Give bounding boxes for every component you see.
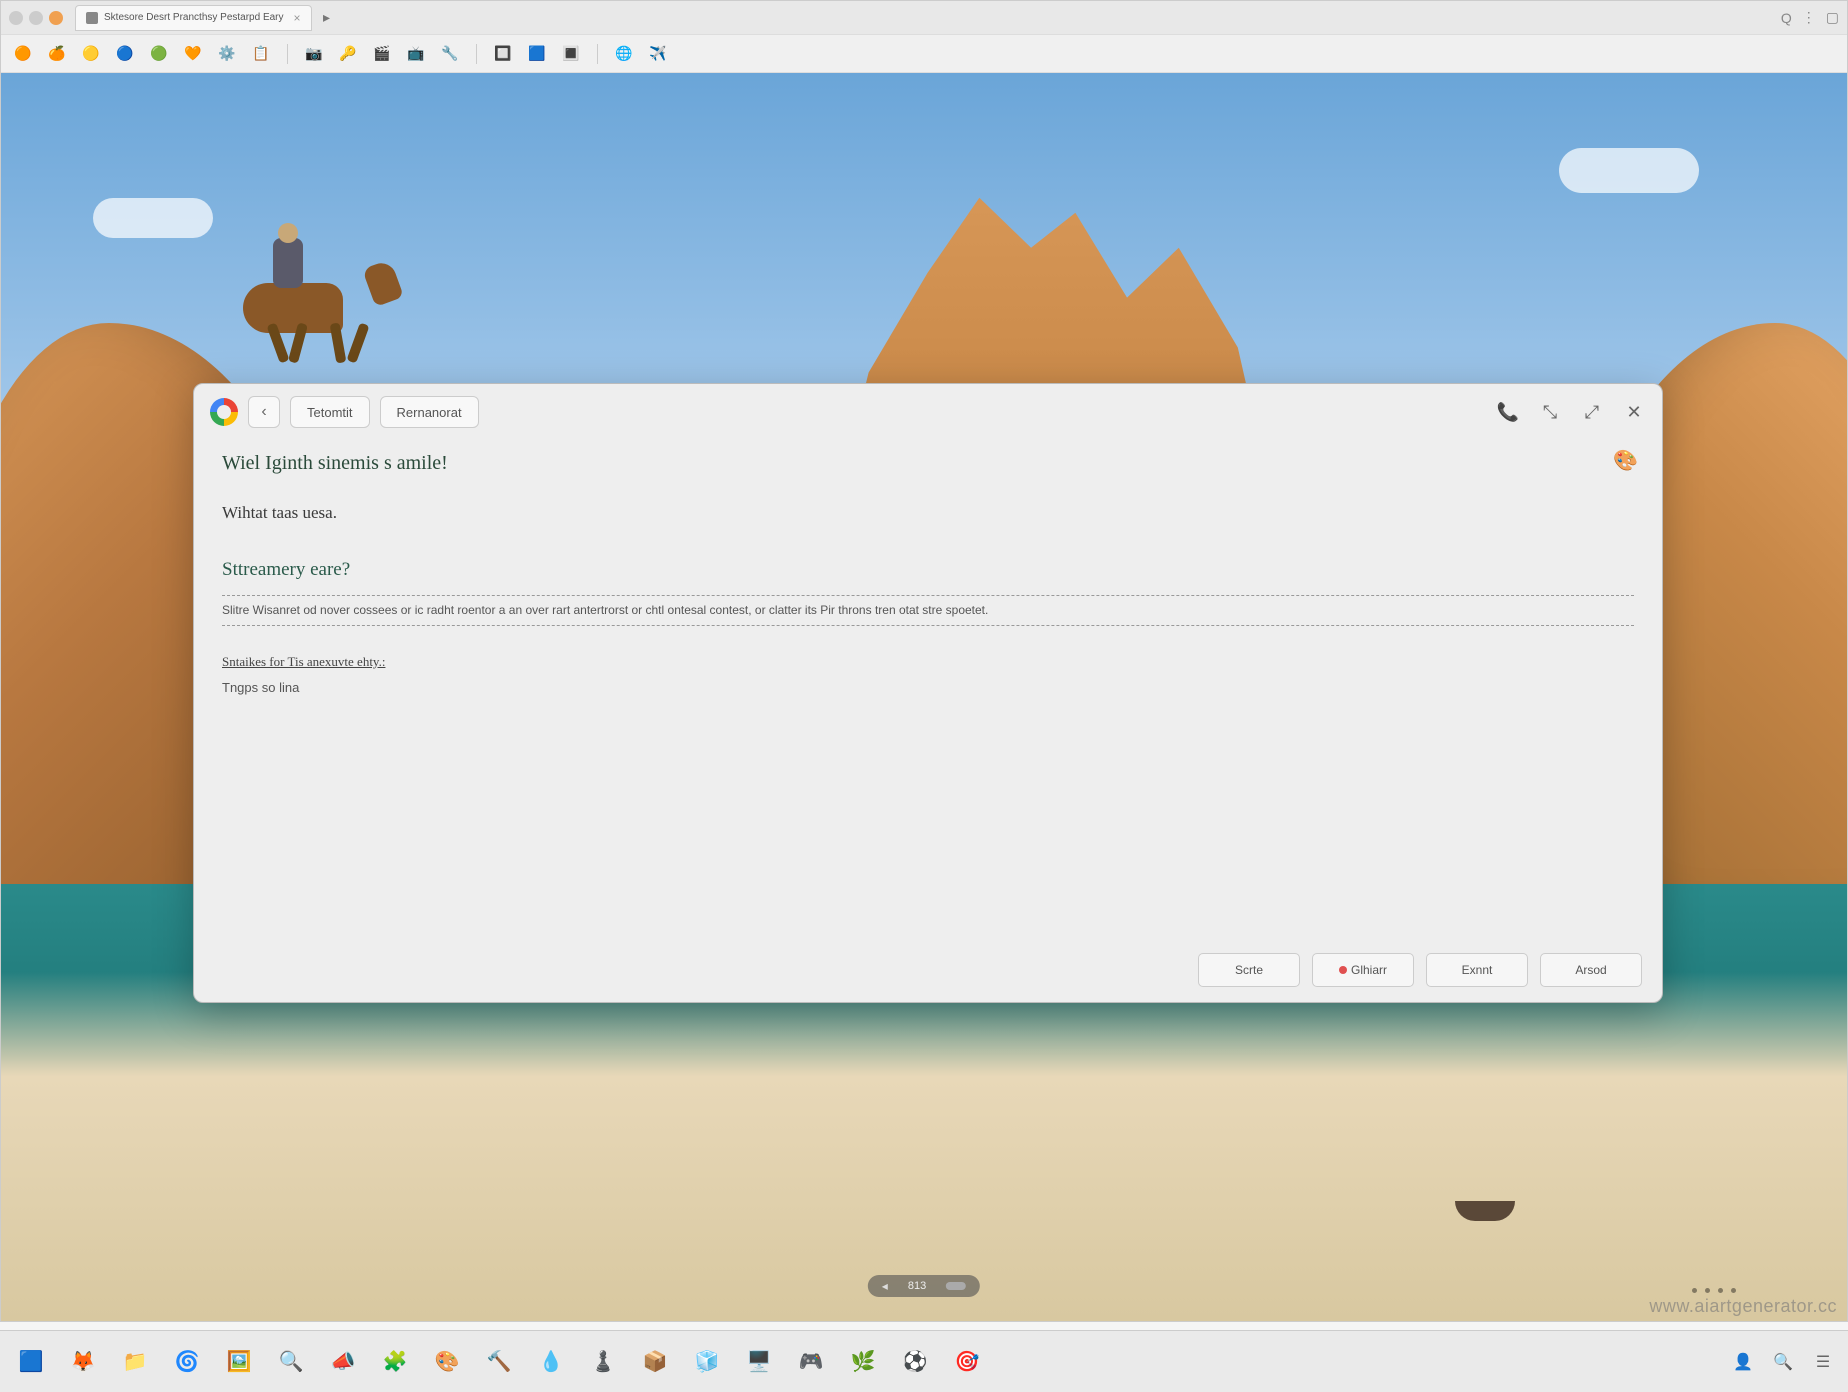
taskbar-app-icon[interactable]: 🌿: [844, 1343, 882, 1381]
bookmark-icon[interactable]: 🧡: [181, 42, 205, 66]
bookmark-icon[interactable]: 🌐: [612, 42, 636, 66]
browser-tab[interactable]: Sktesore Desrt Prancthsy Pestarpd Eary ×: [75, 5, 312, 31]
control-dot-icon[interactable]: [49, 11, 63, 25]
page-dot-icon[interactable]: [1718, 1288, 1723, 1293]
favicon-icon: [86, 12, 98, 24]
back-button[interactable]: ‹: [248, 396, 280, 428]
taskbar-app-icon[interactable]: 📁: [116, 1343, 154, 1381]
browser-window: Sktesore Desrt Prancthsy Pestarpd Eary ×…: [0, 0, 1848, 1322]
taskbar-app-icon[interactable]: 🖥️: [740, 1343, 778, 1381]
dialog-text-line: Tngps so lina: [222, 680, 1634, 695]
page-dot-icon[interactable]: [1731, 1288, 1736, 1293]
dialog-button-4[interactable]: Arsod: [1540, 953, 1642, 987]
browser-tab-strip: Sktesore Desrt Prancthsy Pestarpd Eary ×…: [1, 1, 1847, 35]
bookmark-icon[interactable]: 🟠: [11, 42, 35, 66]
pager-prev-icon[interactable]: ◂: [882, 1279, 888, 1293]
close-icon[interactable]: ✕: [1622, 400, 1646, 424]
page-dot-icon[interactable]: [1705, 1288, 1710, 1293]
tray-user-icon[interactable]: 👤: [1730, 1349, 1756, 1375]
dialog-tab[interactable]: Tetomtit: [290, 396, 370, 428]
dialog-button-3[interactable]: Exnnt: [1426, 953, 1528, 987]
taskbar-app-icon[interactable]: 📦: [636, 1343, 674, 1381]
window-controls: [9, 11, 63, 25]
page-dots: [1692, 1288, 1736, 1293]
desktop-pager[interactable]: ◂ 813: [868, 1275, 980, 1297]
taskbar-app-icon[interactable]: 🖼️: [220, 1343, 258, 1381]
bookmark-icon[interactable]: 🟦: [525, 42, 549, 66]
taskbar-app-icon[interactable]: 🎮: [792, 1343, 830, 1381]
menu-icon[interactable]: ⋮: [1802, 9, 1816, 26]
taskbar-app-icon[interactable]: 🦊: [64, 1343, 102, 1381]
button-label: Glhiarr: [1351, 963, 1387, 977]
taskbar-app-icon[interactable]: 🧊: [688, 1343, 726, 1381]
bookmark-icon[interactable]: 📷: [302, 42, 326, 66]
system-tray: 👤 🔍 ☰: [1730, 1349, 1836, 1375]
tray-menu-icon[interactable]: ☰: [1810, 1349, 1836, 1375]
taskbar-app-icon[interactable]: 🎯: [948, 1343, 986, 1381]
bookmark-icon[interactable]: 🟡: [79, 42, 103, 66]
bookmark-icon[interactable]: ⚙️: [215, 42, 239, 66]
taskbar-app-icon[interactable]: 📣: [324, 1343, 362, 1381]
tab-title: Sktesore Desrt Prancthsy Pestarpd Eary: [104, 12, 284, 23]
page-dot-icon[interactable]: [1692, 1288, 1697, 1293]
taskbar-app-icon[interactable]: ♟️: [584, 1343, 622, 1381]
bookmark-icon[interactable]: 📋: [249, 42, 273, 66]
dialog-section-heading: Sttreamery eare?: [222, 559, 1634, 581]
bookmarks-bar: 🟠 🍊 🟡 🔵 🟢 🧡 ⚙️ 📋 📷 🔑 🎬 📺 🔧 🔲 🟦 🔳 🌐 ✈️: [1, 35, 1847, 73]
taskbar-app-icon[interactable]: 🎨: [428, 1343, 466, 1381]
dialog-tab[interactable]: Rernanorat: [380, 396, 479, 428]
bookmark-icon[interactable]: 🔲: [491, 42, 515, 66]
separator: [597, 44, 598, 64]
control-dot-icon[interactable]: [29, 11, 43, 25]
dialog-header-actions: 📞 ⤡ ⤢ ✕: [1496, 400, 1646, 424]
collapse-icon[interactable]: ⤡: [1538, 400, 1562, 424]
taskbar-app-icon[interactable]: ⚽: [896, 1343, 934, 1381]
bookmark-icon[interactable]: 🟢: [147, 42, 171, 66]
close-tab-icon[interactable]: ×: [294, 11, 301, 25]
tab-strip-right: Q ⋮ ▢: [1781, 9, 1839, 26]
taskbar-app-icon[interactable]: 🌀: [168, 1343, 206, 1381]
dialog-button-2[interactable]: Glhiarr: [1312, 953, 1414, 987]
bookmark-icon[interactable]: 📺: [404, 42, 428, 66]
taskbar: 🟦 🦊 📁 🌀 🖼️ 🔍 📣 🧩 🎨 🔨 💧 ♟️ 📦 🧊 🖥️ 🎮 🌿 ⚽ 🎯…: [0, 1330, 1848, 1392]
desktop-area: ‹ Tetomtit Rernanorat 📞 ⤡ ⤢ ✕ 🎨 Wiel Igi…: [1, 73, 1847, 1321]
pager-next-icon[interactable]: [946, 1282, 966, 1290]
dialog-footer: Scrte Glhiarr Exnnt Arsod: [194, 938, 1662, 1002]
pager-label: 813: [908, 1280, 926, 1292]
bookmark-icon[interactable]: 🔵: [113, 42, 137, 66]
bookmark-icon[interactable]: 🔳: [559, 42, 583, 66]
maximize-icon[interactable]: ▢: [1826, 9, 1839, 26]
bookmark-icon[interactable]: 🍊: [45, 42, 69, 66]
palette-icon[interactable]: 🎨: [1613, 448, 1638, 473]
taskbar-app-icon[interactable]: 🔍: [272, 1343, 310, 1381]
dialog-header: ‹ Tetomtit Rernanorat 📞 ⤡ ⤢ ✕: [194, 384, 1662, 440]
dialog-subtitle: Wihtat taas uesa.: [222, 503, 1634, 523]
watermark-text: www.aiartgenerator.cc: [1649, 1296, 1837, 1317]
separator: [287, 44, 288, 64]
taskbar-app-icon[interactable]: 🔨: [480, 1343, 518, 1381]
bookmark-icon[interactable]: ✈️: [646, 42, 670, 66]
expand-icon[interactable]: ⤢: [1580, 400, 1604, 424]
separator: [476, 44, 477, 64]
bookmark-icon[interactable]: 🔑: [336, 42, 360, 66]
new-tab-button[interactable]: ▸: [316, 7, 338, 29]
taskbar-app-icon[interactable]: 💧: [532, 1343, 570, 1381]
dialog-button-1[interactable]: Scrte: [1198, 953, 1300, 987]
dialog-body: 🎨 Wiel Iginth sinemis s amile! Wihtat ta…: [194, 440, 1662, 938]
chrome-logo-icon: [210, 398, 238, 426]
taskbar-app-icon[interactable]: 🟦: [12, 1343, 50, 1381]
dialog-window: ‹ Tetomtit Rernanorat 📞 ⤡ ⤢ ✕ 🎨 Wiel Igi…: [193, 383, 1663, 1003]
record-dot-icon: [1339, 966, 1347, 974]
dialog-subheading: Sntaikes for Tis anexuvte ehty.:: [222, 654, 1634, 670]
taskbar-app-icon[interactable]: 🧩: [376, 1343, 414, 1381]
dialog-title: Wiel Iginth sinemis s amile!: [222, 452, 1634, 475]
tray-search-icon[interactable]: 🔍: [1770, 1349, 1796, 1375]
bookmark-icon[interactable]: 🎬: [370, 42, 394, 66]
phone-icon[interactable]: 📞: [1496, 400, 1520, 424]
control-dot-icon[interactable]: [9, 11, 23, 25]
dialog-paragraph: Slitre Wisanret od nover cossees or ic r…: [222, 595, 1634, 626]
bookmark-icon[interactable]: 🔧: [438, 42, 462, 66]
search-icon[interactable]: Q: [1781, 10, 1792, 26]
